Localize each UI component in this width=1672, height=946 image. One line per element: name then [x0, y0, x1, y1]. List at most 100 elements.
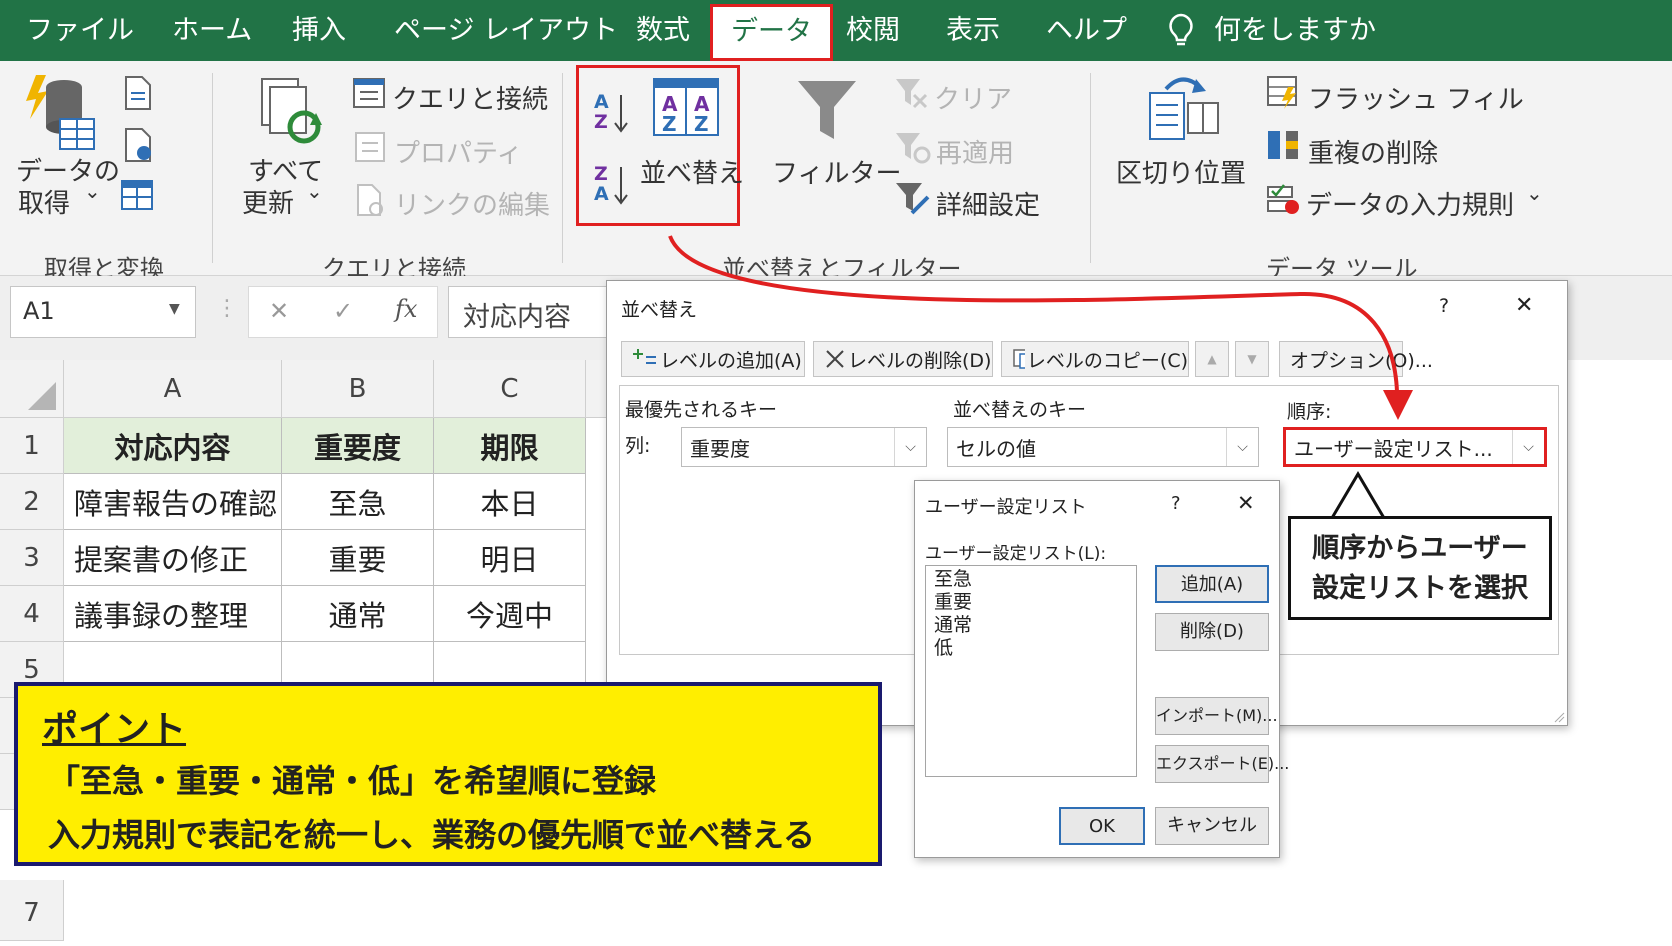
table-cell[interactable]: 明日: [434, 530, 586, 586]
tab-formulas[interactable]: 数式: [636, 0, 690, 61]
enter-icon[interactable]: ✓: [333, 297, 353, 325]
get-data-label-2: 取得: [18, 189, 71, 219]
row-header-1[interactable]: 1: [0, 418, 64, 474]
sort-ascending-button[interactable]: A Z: [594, 91, 630, 137]
copy-level-button[interactable]: レベルのコピー(C): [1001, 341, 1189, 377]
sort-icon[interactable]: AZAZ: [652, 77, 720, 137]
add-level-label: レベルの追加(A): [660, 349, 802, 372]
data-validation-button[interactable]: データの入力規則: [1306, 185, 1514, 222]
select-all-corner[interactable]: [0, 360, 64, 418]
delete-level-label: レベルの削除(D): [848, 349, 992, 372]
queries-connections-button[interactable]: クエリと接続: [392, 79, 548, 116]
table-header-cell[interactable]: 期限: [434, 418, 586, 474]
edit-links-button[interactable]: リンクの編集: [394, 185, 550, 222]
close-icon[interactable]: ✕: [1237, 491, 1255, 515]
from-table-icon[interactable]: [120, 177, 154, 213]
column-header-a[interactable]: A: [64, 360, 282, 418]
filter-icon[interactable]: [796, 77, 858, 143]
row-header-2[interactable]: 2: [0, 474, 64, 530]
ok-button[interactable]: OK: [1059, 807, 1145, 845]
chevron-down-icon: ⌵: [1226, 428, 1258, 466]
custom-lists-title: ユーザー設定リスト: [925, 497, 1087, 518]
sort-button[interactable]: 並べ替え: [640, 153, 744, 190]
tab-data[interactable]: データ: [710, 4, 833, 61]
get-data-button[interactable]: [22, 75, 102, 157]
name-box[interactable]: A1 ▼: [10, 286, 196, 338]
remove-duplicates-icon[interactable]: [1266, 129, 1300, 161]
remove-duplicates-button[interactable]: 重複の削除: [1308, 133, 1438, 170]
tab-review[interactable]: 校閲: [846, 0, 900, 61]
tell-me-search[interactable]: 何をしますか: [1214, 0, 1376, 61]
properties-icon: [355, 132, 385, 162]
table-cell[interactable]: 本日: [434, 474, 586, 530]
tab-insert[interactable]: 挿入: [292, 0, 346, 61]
text-to-columns-icon[interactable]: [1146, 75, 1222, 143]
flash-fill-icon[interactable]: [1266, 75, 1300, 109]
refresh-all-icon[interactable]: [256, 75, 326, 151]
delete-level-button[interactable]: レベルの削除(D): [813, 341, 993, 377]
menu-bar: ファイル ホーム 挿入 ページ レイアウト 数式 データ 校閲 表示 ヘルプ 何…: [0, 0, 1672, 61]
import-button[interactable]: インポート(M)...: [1155, 697, 1278, 735]
from-text-icon[interactable]: [122, 75, 154, 111]
advanced-button[interactable]: 詳細設定: [936, 185, 1040, 222]
table-cell[interactable]: 重要: [282, 530, 434, 586]
flash-fill-button[interactable]: フラッシュ フィル: [1308, 79, 1524, 116]
tab-page-layout[interactable]: ページ レイアウト: [394, 0, 618, 61]
table-header-cell[interactable]: 重要度: [282, 418, 434, 474]
cancel-button[interactable]: キャンセル: [1155, 807, 1269, 845]
list-item[interactable]: 通常: [934, 614, 1128, 637]
table-header-cell[interactable]: 対応内容: [64, 418, 282, 474]
data-validation-icon[interactable]: [1266, 181, 1300, 215]
list-item[interactable]: 低: [934, 637, 1128, 660]
cancel-icon[interactable]: ✕: [269, 297, 289, 325]
insert-function-icon[interactable]: fx: [395, 295, 417, 323]
tab-home[interactable]: ホーム: [172, 0, 252, 61]
row-header-4[interactable]: 4: [0, 586, 64, 642]
help-icon[interactable]: ?: [1439, 295, 1449, 317]
group-divider: [212, 73, 213, 263]
row-header-3[interactable]: 3: [0, 530, 64, 586]
text-to-columns-button[interactable]: 区切り位置: [1116, 153, 1246, 190]
point-line-1: 「至急・重要・通常・低」を希望順に登録: [48, 762, 657, 800]
help-icon[interactable]: ?: [1171, 493, 1181, 514]
table-cell[interactable]: 至急: [282, 474, 434, 530]
formula-input[interactable]: 対応内容: [448, 286, 608, 338]
sort-descending-button[interactable]: Z A: [594, 163, 630, 209]
tab-file[interactable]: ファイル: [26, 0, 134, 61]
column-header-c[interactable]: C: [434, 360, 586, 418]
table-cell[interactable]: 障害報告の確認: [64, 474, 282, 530]
table-cell[interactable]: 通常: [282, 586, 434, 642]
list-item[interactable]: 至急: [934, 568, 1128, 591]
move-down-button[interactable]: ▼: [1235, 341, 1269, 377]
sort-key-value: 重要度: [690, 436, 750, 461]
move-up-button[interactable]: ▲: [1195, 341, 1229, 377]
tab-help[interactable]: ヘルプ: [1046, 0, 1127, 61]
options-button[interactable]: オプション(O)...: [1279, 341, 1433, 377]
table-cell[interactable]: 議事録の整理: [64, 586, 282, 642]
close-icon[interactable]: ✕: [1515, 293, 1533, 318]
custom-lists-listbox[interactable]: 至急 重要 通常 低: [925, 565, 1137, 777]
row-header-7[interactable]: 7: [0, 880, 64, 941]
delete-button[interactable]: 削除(D): [1155, 613, 1269, 651]
queries-connections-icon[interactable]: [352, 77, 386, 109]
add-level-button[interactable]: レベルの追加(A): [621, 341, 805, 377]
table-cell[interactable]: 今週中: [434, 586, 586, 642]
clear-button[interactable]: クリア: [934, 79, 1012, 116]
chevron-down-icon: ⌵: [1512, 430, 1544, 464]
export-button[interactable]: エクスポート(E)...: [1155, 745, 1289, 783]
column-header-b[interactable]: B: [282, 360, 434, 418]
properties-button[interactable]: プロパティ: [394, 133, 522, 170]
filter-button[interactable]: フィルター: [772, 153, 901, 190]
list-item[interactable]: 重要: [934, 591, 1128, 614]
order-select[interactable]: ユーザー設定リスト... ⌵: [1283, 427, 1547, 467]
key-column-header: 最優先されるキー: [625, 399, 778, 421]
add-button[interactable]: 追加(A): [1155, 565, 1269, 603]
sort-on-select[interactable]: セルの値 ⌵: [947, 427, 1259, 467]
sort-key-select[interactable]: 重要度 ⌵: [681, 427, 927, 467]
from-web-icon[interactable]: [122, 127, 154, 163]
resize-grip-icon[interactable]: [1553, 711, 1565, 723]
tab-view[interactable]: 表示: [946, 0, 1000, 61]
more-options-icon: ⋮: [216, 296, 238, 321]
table-cell[interactable]: 提案書の修正: [64, 530, 282, 586]
reapply-button[interactable]: 再適用: [936, 133, 1014, 170]
